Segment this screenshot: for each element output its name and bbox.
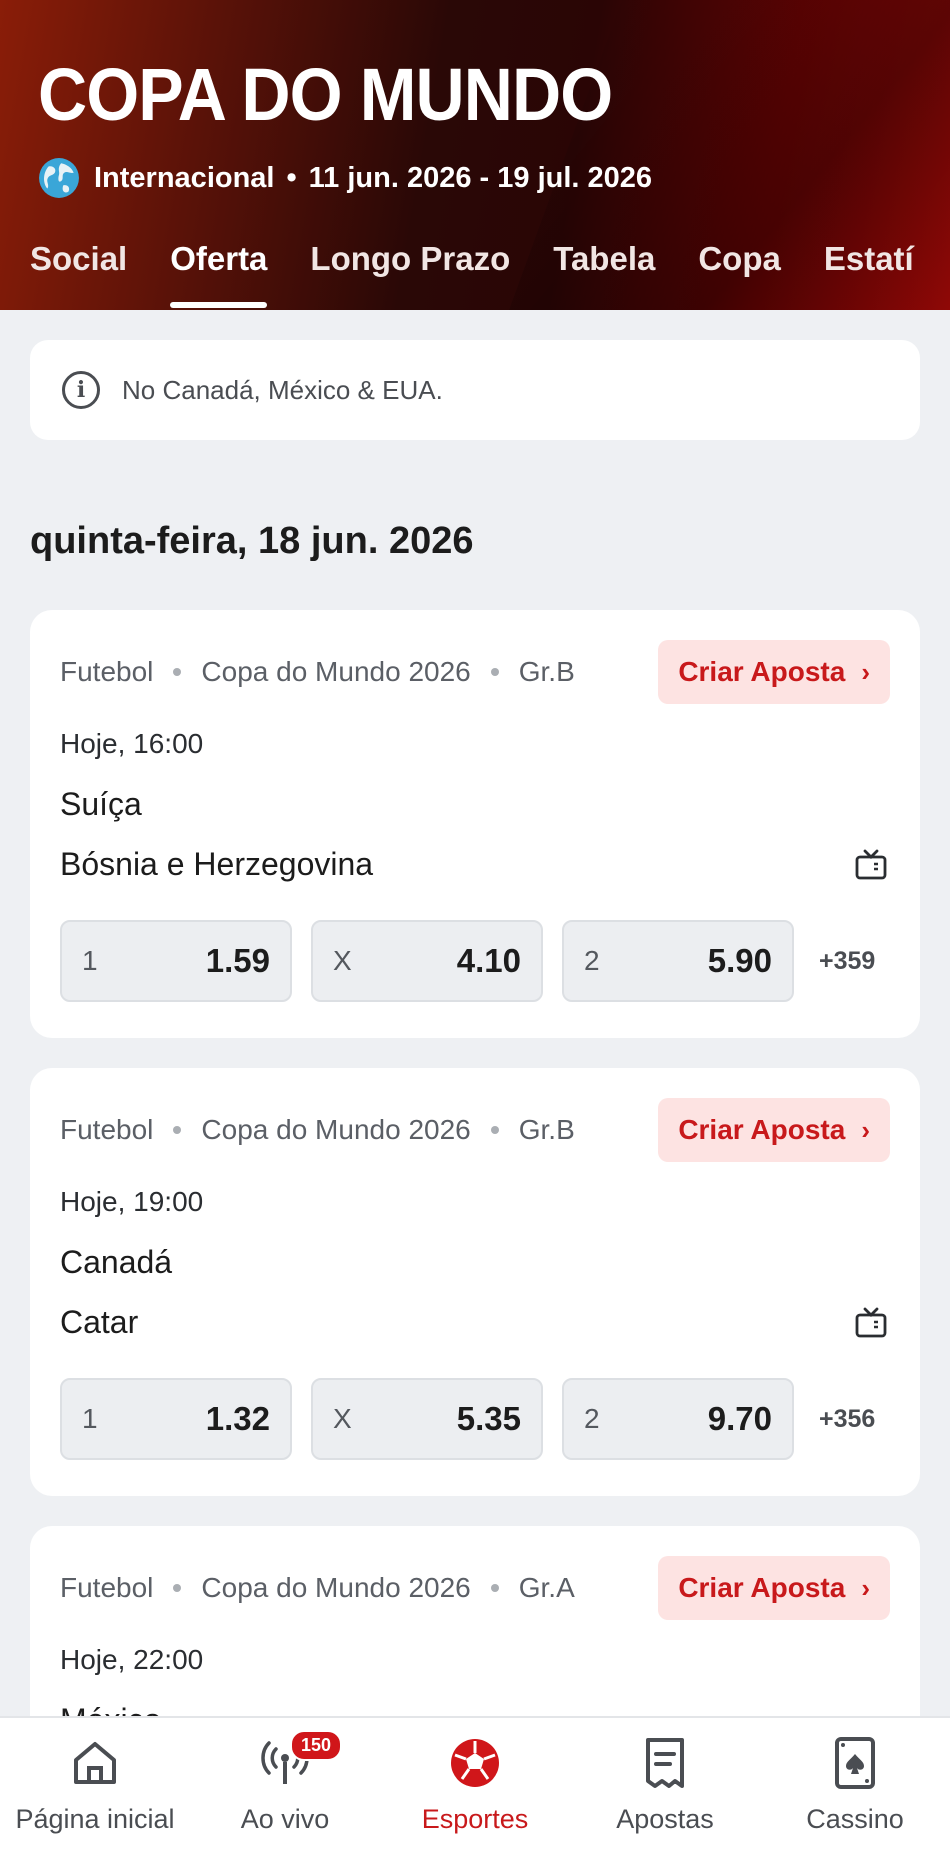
event-time: Hoje, 22:00: [60, 1644, 204, 1675]
nav-home[interactable]: Página inicial: [0, 1718, 190, 1853]
sport-label: Futebol: [60, 1572, 154, 1603]
odd-label: X: [333, 1403, 352, 1434]
tab-longo-prazo[interactable]: Longo Prazo: [310, 240, 510, 296]
event-breadcrumb: Futebol Copa do Mundo 2026 Gr.B Criar Ap…: [60, 640, 890, 704]
event-time: Hoje, 16:00: [60, 728, 204, 759]
soccer-ball-icon: [451, 1739, 499, 1787]
group-label: Gr.A: [518, 1572, 575, 1603]
info-banner: i No Canadá, México & EUA.: [30, 340, 920, 440]
live-count-badge: 150: [290, 1730, 343, 1761]
casino-card-icon: [835, 1737, 875, 1789]
odd-label: 1: [82, 1403, 98, 1434]
event-breadcrumb: Futebol Copa do Mundo 2026 Gr.B Criar Ap…: [60, 1098, 890, 1162]
create-bet-button[interactable]: Criar Aposta ›: [658, 1098, 890, 1162]
nav-casino[interactable]: Cassino: [760, 1718, 950, 1853]
competition-label: Copa do Mundo 2026: [201, 1572, 471, 1603]
separator-dot: [490, 1126, 499, 1134]
nav-label: Ao vivo: [240, 1804, 330, 1834]
odd-label: X: [333, 945, 352, 976]
tab-tabela[interactable]: Tabela: [553, 240, 655, 296]
tab-copa[interactable]: Copa: [698, 240, 781, 296]
competition-dates: 11 jun. 2026 - 19 jul. 2026: [308, 161, 653, 194]
date-heading: quinta-feira, 18 jun. 2026: [30, 520, 474, 562]
competition-label: Copa do Mundo 2026: [201, 656, 471, 687]
separator-dot: [173, 668, 182, 676]
separator-dot: [490, 1584, 499, 1592]
group-label: Gr.B: [518, 656, 575, 687]
tab-oferta[interactable]: Oferta: [170, 240, 268, 308]
event-card[interactable]: Futebol Copa do Mundo 2026 Gr.B Criar Ap…: [30, 610, 920, 1038]
odd-label: 2: [584, 1403, 600, 1434]
region-label: Internacional: [94, 161, 275, 194]
odd-home[interactable]: 1 1.59: [60, 920, 292, 1002]
separator-dot: •: [286, 161, 297, 194]
competition-meta: Internacional • 11 jun. 2026 - 19 jul. 2…: [38, 156, 652, 200]
tab-social[interactable]: Social: [30, 240, 127, 296]
sport-label: Futebol: [60, 656, 154, 687]
create-bet-button[interactable]: Criar Aposta ›: [658, 640, 890, 704]
odd-value: 9.70: [707, 1400, 772, 1437]
odd-value: 1.32: [205, 1400, 270, 1437]
odd-draw[interactable]: X 5.35: [311, 1378, 543, 1460]
odd-value: 5.90: [707, 942, 772, 979]
event-card[interactable]: Futebol Copa do Mundo 2026 Gr.B Criar Ap…: [30, 1068, 920, 1496]
nav-label: Página inicial: [15, 1804, 175, 1834]
separator-dot: [490, 668, 499, 676]
create-bet-label: Criar Aposta: [678, 1572, 846, 1603]
odd-label: 2: [584, 945, 600, 976]
info-icon: i: [62, 371, 100, 409]
sport-label: Futebol: [60, 1114, 154, 1145]
separator-dot: [173, 1126, 182, 1134]
chevron-right-icon: ›: [861, 656, 870, 687]
odd-value: 4.10: [456, 942, 521, 979]
nav-label: Apostas: [616, 1804, 714, 1834]
nav-sports[interactable]: Esportes: [380, 1718, 570, 1853]
tv-icon: [855, 849, 887, 880]
home-team: Suíça: [60, 786, 142, 822]
more-markets-link[interactable]: +359: [819, 947, 875, 976]
create-bet-label: Criar Aposta: [678, 656, 846, 687]
odds-row: 1 1.32 X 5.35 2 9.70 +356: [60, 1378, 875, 1460]
chevron-right-icon: ›: [861, 1114, 870, 1145]
nav-live[interactable]: 150 Ao vivo: [190, 1718, 380, 1853]
tv-icon: [855, 1307, 887, 1338]
odd-value: 1.59: [205, 942, 270, 979]
away-team: Catar: [60, 1304, 139, 1340]
competition-label: Copa do Mundo 2026: [201, 1114, 471, 1145]
nav-label: Esportes: [421, 1804, 529, 1834]
separator-dot: [173, 1584, 182, 1592]
create-bet-label: Criar Aposta: [678, 1114, 846, 1145]
odd-draw[interactable]: X 4.10: [311, 920, 543, 1002]
event-breadcrumb: Futebol Copa do Mundo 2026 Gr.A Criar Ap…: [60, 1556, 890, 1620]
info-text: No Canadá, México & EUA.: [122, 374, 443, 405]
home-team: Canadá: [60, 1244, 173, 1280]
home-icon: [74, 1742, 116, 1784]
competition-header: COPA DO MUNDO Internacional • 11 jun. 20…: [0, 0, 950, 310]
odd-home[interactable]: 1 1.32: [60, 1378, 292, 1460]
competition-tabs: Social Oferta Longo Prazo Tabela Copa Es…: [30, 240, 950, 308]
event-time: Hoje, 19:00: [60, 1186, 204, 1217]
group-label: Gr.B: [518, 1114, 575, 1145]
odd-away[interactable]: 2 9.70: [562, 1378, 794, 1460]
globe-icon: [39, 158, 79, 198]
page-title: COPA DO MUNDO: [38, 53, 613, 136]
odds-row: 1 1.59 X 4.10 2 5.90 +359: [60, 920, 875, 1002]
nav-label: Cassino: [806, 1804, 904, 1834]
create-bet-button[interactable]: Criar Aposta ›: [658, 1556, 890, 1620]
tab-estatisticas[interactable]: Estatí: [824, 240, 914, 296]
odd-label: 1: [82, 945, 98, 976]
odd-away[interactable]: 2 5.90: [562, 920, 794, 1002]
away-team: Bósnia e Herzegovina: [60, 846, 374, 882]
chevron-right-icon: ›: [861, 1572, 870, 1603]
bet-slip-icon: [646, 1738, 684, 1788]
more-markets-link[interactable]: +356: [819, 1405, 875, 1434]
nav-bets[interactable]: Apostas: [570, 1718, 760, 1853]
odd-value: 5.35: [456, 1400, 521, 1437]
bottom-nav: Página inicial 150 Ao vivo Esportes Apos…: [0, 1716, 950, 1853]
